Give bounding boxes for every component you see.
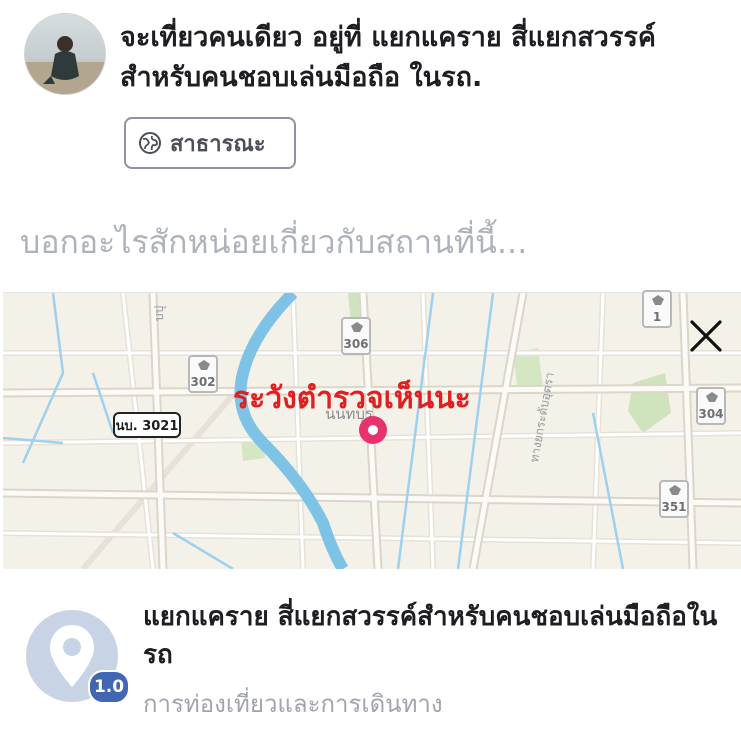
map-warning-text: ระวังตำรวจเห็นนะ: [233, 381, 471, 416]
place-name[interactable]: แยกแคราย สี่แยกสวรรค์สำหรับคนชอบเล่นมือถ…: [143, 598, 723, 674]
highway-emblem-icon: [351, 322, 363, 332]
composer-input[interactable]: บอกอะไรสักหน่อยเกี่ยวกับสถานที่นี้...: [20, 218, 720, 266]
highway-emblem-icon: [652, 295, 664, 305]
highway-shield-304: 304: [696, 387, 726, 425]
highway-shield-302: 302: [188, 355, 218, 393]
globe-icon: [138, 131, 162, 155]
route-label: นบ. 3021: [113, 412, 181, 438]
highway-emblem-icon: [706, 392, 718, 402]
privacy-label: สาธารณะ: [170, 131, 266, 157]
location-pin-icon[interactable]: [359, 416, 387, 444]
highway-emblem-icon: [669, 485, 681, 495]
highway-emblem-icon: [198, 360, 210, 370]
rating-badge: 1.0: [88, 670, 130, 704]
place-category: การท่องเที่ยวและการเดินทาง: [143, 690, 443, 718]
user-avatar[interactable]: [24, 13, 106, 95]
privacy-selector-button[interactable]: สาธารณะ: [124, 117, 296, 169]
post-title: จะเที่ยวคนเดียว อยู่ที่ แยกแคราย สี่แยกส…: [120, 22, 656, 93]
highway-shield-351: 351: [659, 480, 689, 518]
svg-text:บปุ: บปุ: [152, 306, 167, 321]
close-icon[interactable]: [686, 316, 726, 356]
highway-shield-1: 1: [642, 290, 672, 328]
highway-shield-306: 306: [341, 317, 371, 355]
